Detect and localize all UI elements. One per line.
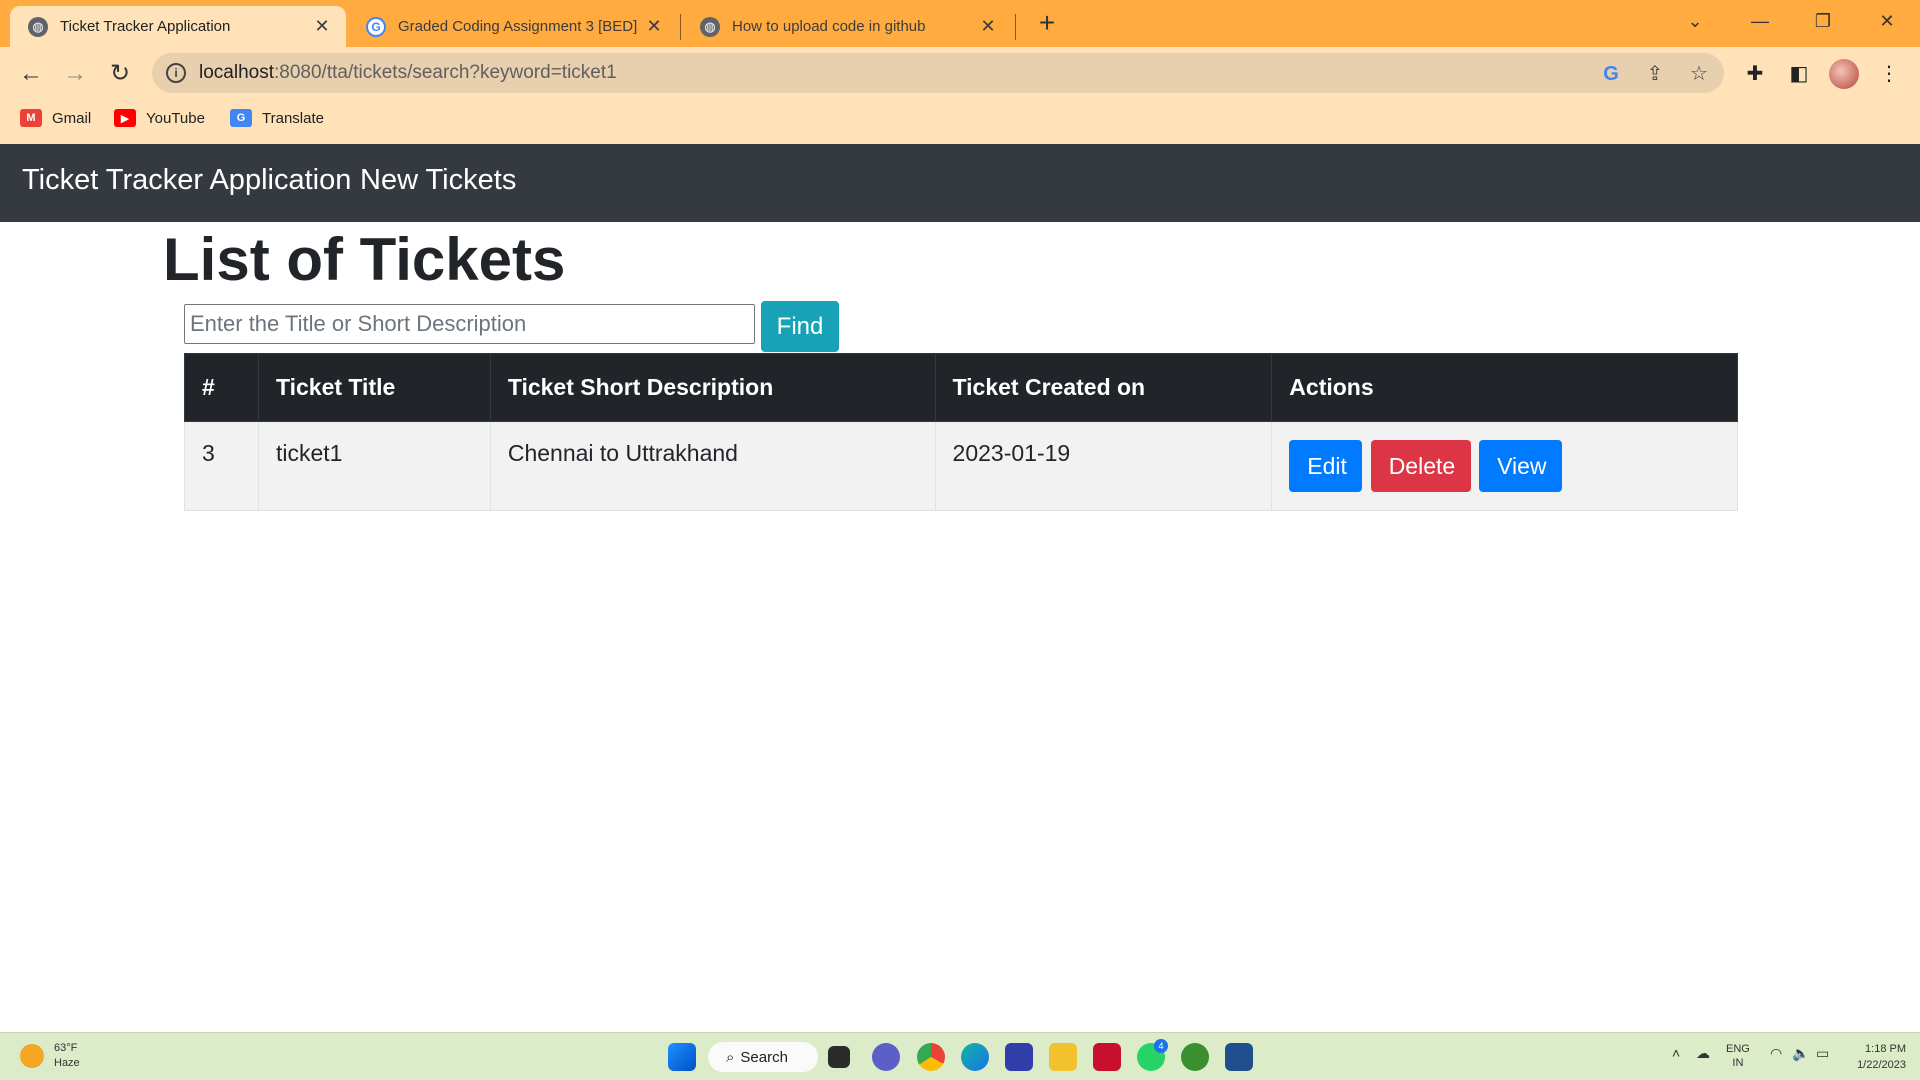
tab-title: Ticket Tracker Application [60, 18, 231, 35]
mysql-workbench-icon[interactable] [1225, 1043, 1253, 1071]
cell-actions: Edit Delete View [1271, 421, 1738, 511]
windows-start-icon[interactable] [668, 1043, 696, 1071]
bookmark-label: YouTube [146, 109, 205, 127]
taskbar-search[interactable]: ⌕ Search [708, 1042, 818, 1072]
cell-description: Chennai to Uttrakhand [489, 421, 936, 511]
bookmark-translate[interactable]: G Translate [230, 109, 324, 127]
view-button[interactable]: View [1479, 440, 1563, 492]
taskbar-clock[interactable]: 1:18 PM 1/22/2023 [1848, 1041, 1906, 1073]
share-icon[interactable]: ⇪ [1642, 61, 1668, 87]
url-host: localhost [199, 62, 274, 83]
translate-icon: G [230, 109, 252, 127]
close-icon[interactable]: ✕ [978, 16, 998, 37]
tab-title: Graded Coding Assignment 3 [BED] [398, 18, 638, 35]
gmail-icon: M [20, 109, 42, 127]
search-icon: ⌕ [726, 1048, 735, 1066]
bookmark-label: Translate [262, 109, 324, 127]
cell-title: ticket1 [257, 421, 491, 511]
reload-icon[interactable]: ↻ [103, 57, 137, 91]
nav-link-new-tickets[interactable]: New Tickets [360, 164, 516, 197]
bookmark-star-icon[interactable]: ☆ [1686, 61, 1712, 87]
close-icon[interactable]: ✕ [644, 16, 664, 37]
clock-date: 1/22/2023 [1857, 1059, 1906, 1071]
youtube-icon: ▶ [114, 109, 136, 127]
edge-icon[interactable] [961, 1043, 989, 1071]
header-title: Ticket Title [257, 353, 491, 422]
wifi-icon[interactable]: ◠ [1770, 1045, 1782, 1062]
lang-bottom: IN [1732, 1057, 1744, 1069]
back-arrow-icon[interactable]: ← [14, 57, 48, 91]
globe-icon: ◍ [28, 16, 48, 37]
tab-separator [680, 14, 681, 40]
task-view-icon[interactable] [828, 1046, 850, 1068]
teams-chat-icon[interactable] [872, 1043, 900, 1071]
side-panel-icon[interactable]: ◧ [1784, 59, 1814, 89]
battery-icon[interactable]: ▭ [1816, 1045, 1829, 1062]
google-icon: G [366, 16, 386, 37]
header-id: # [184, 353, 259, 422]
find-button[interactable]: Find [761, 301, 839, 352]
chrome-icon[interactable] [917, 1043, 945, 1071]
globe-icon: ◍ [700, 16, 720, 37]
tab-separator [1015, 14, 1016, 40]
profile-avatar[interactable] [1829, 59, 1859, 89]
menu-kebab-icon[interactable]: ⋮ [1874, 59, 1904, 89]
close-icon[interactable]: ✕ [312, 16, 332, 37]
minimize-icon[interactable]: — [1735, 6, 1785, 38]
app-navbar: Ticket Tracker Application New Tickets [0, 144, 1920, 222]
url-path: :8080/tta/tickets/search?keyword=ticket1 [274, 62, 617, 83]
window-close-icon[interactable]: ✕ [1862, 6, 1912, 38]
weather-widget[interactable]: 63°F Haze [20, 1041, 80, 1071]
table-row: 3 ticket1 Chennai to Uttrakhand 2023-01-… [184, 421, 1738, 511]
url-text[interactable]: localhost:8080/tta/tickets/search?keywor… [199, 62, 617, 84]
table-header-row: # Ticket Title Ticket Short Description … [184, 353, 1738, 422]
page-title: List of Tickets [163, 226, 566, 293]
vscode-icon[interactable] [1005, 1043, 1033, 1071]
cell-created: 2023-01-19 [934, 421, 1273, 511]
windows-taskbar: 63°F Haze ⌕ Search 4 ˄ ☁ ENG IN ◠ 🔈 ▭ 1:… [0, 1032, 1920, 1080]
extensions-icon[interactable]: ✚ [1740, 59, 1770, 89]
whatsapp-badge: 4 [1154, 1039, 1168, 1053]
spring-tool-suite-icon[interactable] [1181, 1043, 1209, 1071]
tickets-table: # Ticket Title Ticket Short Description … [184, 353, 1738, 511]
address-bar[interactable]: i localhost:8080/tta/tickets/search?keyw… [152, 53, 1724, 93]
taskbar-search-label: Search [740, 1048, 788, 1066]
tab-ticket-tracker[interactable]: ◍ Ticket Tracker Application ✕ [10, 6, 346, 47]
tab-title: How to upload code in github [732, 18, 926, 35]
bookmark-gmail[interactable]: M Gmail [20, 109, 91, 127]
volume-muted-icon[interactable]: 🔈 [1792, 1045, 1809, 1062]
header-created: Ticket Created on [934, 353, 1273, 422]
site-info-icon[interactable]: i [166, 63, 186, 83]
google-lens-icon[interactable]: G [1598, 61, 1624, 87]
tab-graded-assignment[interactable]: G Graded Coding Assignment 3 [BED] ✕ [348, 6, 678, 47]
tab-github-upload[interactable]: ◍ How to upload code in github ✕ [682, 6, 1012, 47]
file-explorer-icon[interactable] [1049, 1043, 1077, 1071]
tab-strip: ◍ Ticket Tracker Application ✕ G Graded … [0, 0, 1920, 47]
bookmark-label: Gmail [52, 109, 92, 127]
weather-desc: Haze [54, 1057, 80, 1069]
cell-id: 3 [184, 421, 259, 511]
search-input[interactable] [184, 304, 755, 344]
restore-icon[interactable]: ❐ [1798, 6, 1848, 38]
tab-search-chevron-icon[interactable]: ⌄ [1670, 6, 1720, 38]
header-actions: Actions [1271, 353, 1738, 422]
forward-arrow-icon[interactable]: → [58, 57, 92, 91]
navbar-brand[interactable]: Ticket Tracker Application [22, 164, 351, 197]
edit-button[interactable]: Edit [1289, 440, 1363, 492]
browser-toolbar: ← → ↻ i localhost:8080/tta/tickets/searc… [0, 47, 1920, 99]
browser-chrome: ◍ Ticket Tracker Application ✕ G Graded … [0, 0, 1920, 144]
onedrive-icon[interactable]: ☁ [1696, 1045, 1710, 1062]
weather-temp: 63°F [54, 1042, 78, 1054]
language-indicator[interactable]: ENG IN [1726, 1042, 1750, 1070]
lang-top: ENG [1726, 1043, 1750, 1055]
mcafee-icon[interactable] [1093, 1043, 1121, 1071]
bookmark-youtube[interactable]: ▶ YouTube [114, 109, 205, 127]
weather-haze-icon [20, 1044, 44, 1068]
chevron-up-icon[interactable]: ˄ [1672, 1045, 1680, 1061]
header-description: Ticket Short Description [489, 353, 936, 422]
bookmarks-bar: M Gmail ▶ YouTube G Translate [0, 99, 1920, 144]
new-tab-icon[interactable]: + [1032, 8, 1062, 40]
delete-button[interactable]: Delete [1370, 440, 1471, 492]
clock-time: 1:18 PM [1865, 1043, 1906, 1055]
